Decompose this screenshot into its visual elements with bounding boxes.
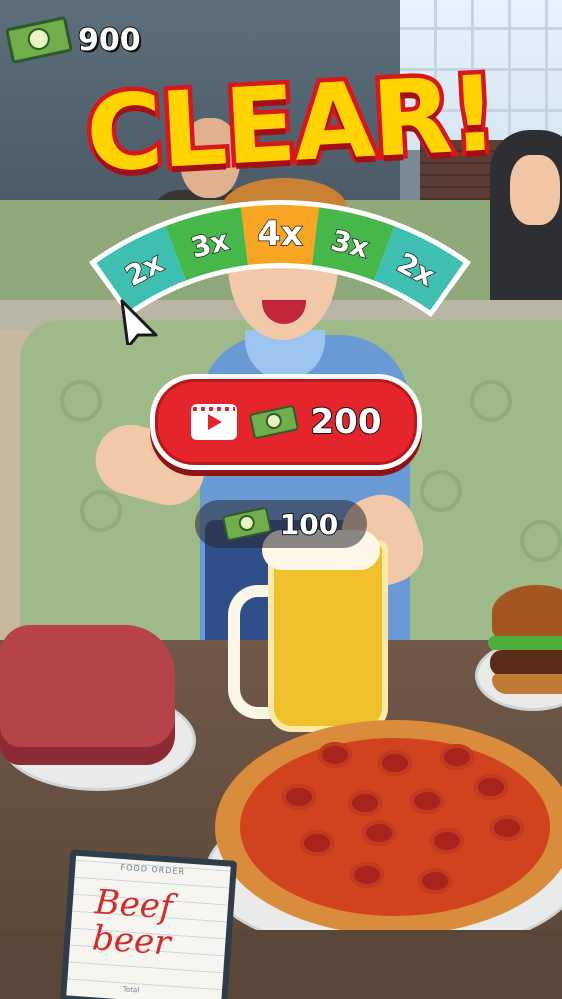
ad-reward-amount: 200: [310, 401, 383, 443]
burger-food: [492, 585, 562, 640]
food-order-pad: FOOD ORDER Beef beer Total: [59, 849, 238, 999]
booth-pattern: [520, 520, 562, 562]
cash-bill-icon: [221, 506, 272, 542]
money-counter: 900: [4, 15, 142, 65]
order-line-2: beer: [90, 918, 172, 964]
pepperoni: [474, 774, 508, 800]
base-reward-button[interactable]: 100: [195, 500, 367, 548]
burger-bottom-bun: [492, 674, 562, 694]
watch-ad-reward-button[interactable]: 200: [150, 374, 422, 470]
pepperoni: [430, 828, 464, 854]
customer-background-right-face: [510, 155, 560, 225]
pepperoni: [348, 790, 382, 816]
burger-patty: [490, 650, 562, 676]
steak-food: [0, 625, 175, 765]
pepperoni: [282, 784, 316, 810]
pepperoni: [440, 744, 474, 770]
pepperoni: [318, 742, 352, 768]
booth-pattern: [60, 380, 102, 422]
burger-lettuce: [488, 636, 562, 650]
multiplier-bar[interactable]: 2x3x 4x 3x2x: [70, 195, 490, 345]
video-ad-icon: [190, 404, 237, 440]
pepperoni: [410, 788, 444, 814]
base-reward-amount: 100: [279, 507, 339, 542]
clear-title: CLEAR!: [79, 48, 503, 200]
order-pad-total: Total: [122, 985, 140, 995]
pepperoni: [378, 750, 412, 776]
booth-pattern: [420, 470, 462, 512]
pepperoni: [350, 862, 384, 888]
cash-bill-icon: [248, 404, 299, 440]
pepperoni: [362, 820, 396, 846]
multiplier-label: 4x: [257, 214, 303, 254]
money-total: 900: [77, 22, 142, 59]
booth-pattern: [80, 490, 122, 532]
pepperoni: [490, 815, 524, 841]
pepperoni: [300, 830, 334, 856]
booth-pattern: [470, 380, 512, 422]
pepperoni: [418, 868, 452, 894]
cash-bill-icon: [4, 15, 74, 65]
order-pad-title: FOOD ORDER: [120, 862, 186, 877]
